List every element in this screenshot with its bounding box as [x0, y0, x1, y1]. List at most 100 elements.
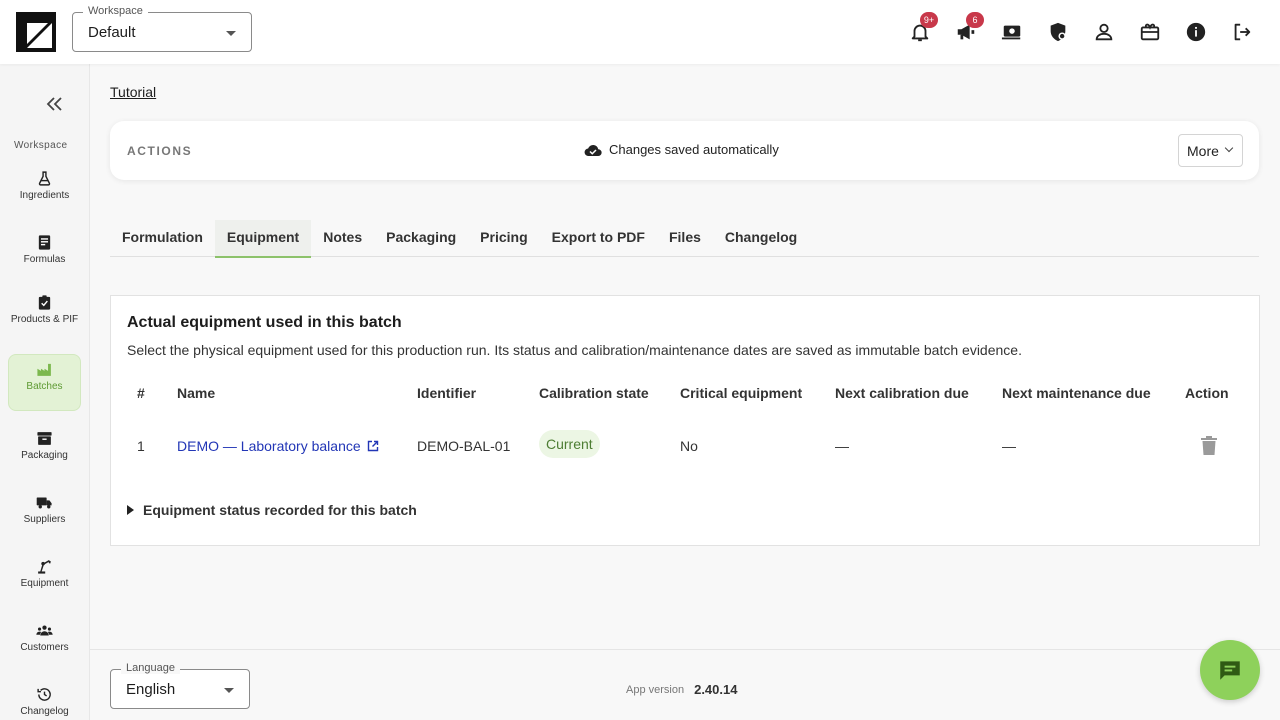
version-label: App version [626, 683, 685, 696]
sidebar-section-label: Workspace [14, 140, 68, 151]
footer: Language English App version 2.40.14 [90, 649, 1280, 720]
sidebar-item-changelog[interactable]: Changelog [8, 680, 81, 720]
language-legend: Language [121, 662, 180, 674]
language-select[interactable]: Language English [110, 662, 250, 709]
double-chevron-left-icon[interactable] [44, 94, 66, 114]
column-header-action: Action [1185, 385, 1229, 401]
profile-button[interactable] [1088, 16, 1120, 48]
factory-icon [37, 363, 51, 376]
panel-title: Actual equipment used in this batch [127, 314, 402, 331]
tab-changelog[interactable]: Changelog [713, 220, 809, 257]
actions-card: ACTIONS Changes saved automatically More [110, 121, 1259, 180]
sidebar-item-formulas[interactable]: Formulas [8, 228, 81, 285]
sidebar-item-label: Ingredients [19, 190, 70, 201]
document-icon [38, 235, 51, 250]
sidebar-item-label: Customers [20, 642, 69, 653]
clipboard-check-icon [38, 295, 51, 310]
robot-arm-icon [38, 560, 51, 574]
people-icon [36, 625, 53, 636]
announcements-badge: 6 [966, 12, 984, 28]
panel-subtitle: Select the physical equipment used for t… [127, 342, 1022, 358]
next-calibration-value: — [835, 438, 849, 454]
column-header-name: Name [177, 385, 216, 401]
column-header-next-calibration: Next calibration due [835, 385, 969, 401]
actions-title: ACTIONS [127, 144, 193, 158]
workspace-value: Default [88, 24, 136, 41]
sidebar: Workspace Ingredients Formulas Products … [0, 64, 90, 720]
tab-equipment[interactable]: Equipment [214, 220, 312, 258]
logout-button[interactable] [1226, 16, 1258, 48]
top-bar: Workspace Default 9+ 6 [0, 0, 1280, 64]
disclosure-triangle-icon [127, 505, 134, 515]
notifications-button[interactable]: 9+ [904, 12, 938, 48]
row-index: 1 [137, 438, 145, 454]
breadcrumb-link[interactable]: Tutorial [110, 84, 156, 100]
workspace-select[interactable]: Workspace Default [72, 5, 252, 52]
archive-box-icon [37, 432, 52, 445]
person-icon [1095, 23, 1113, 41]
sidebar-item-customers[interactable]: Customers [8, 616, 81, 673]
flask-icon [38, 171, 51, 186]
billing-button[interactable] [996, 16, 1028, 48]
sidebar-item-suppliers[interactable]: Suppliers [8, 488, 81, 545]
cloud-check-icon [584, 144, 602, 156]
sidebar-item-ingredients[interactable]: Ingredients [8, 164, 81, 221]
sidebar-item-products[interactable]: Products & PIF [8, 288, 81, 345]
equipment-identifier: DEMO-BAL-01 [417, 438, 511, 454]
equipment-name-link[interactable]: DEMO — Laboratory balance [177, 438, 379, 454]
language-value: English [126, 681, 176, 698]
more-button[interactable]: More [1178, 134, 1243, 167]
version-number: 2.40.14 [694, 682, 738, 697]
column-header-index: # [137, 385, 145, 401]
sidebar-item-label: Products & PIF [10, 314, 79, 325]
notifications-badge: 9+ [920, 12, 938, 28]
app-logo[interactable] [16, 12, 56, 52]
sidebar-item-batches[interactable]: Batches [8, 354, 81, 411]
more-button-label: More [1187, 142, 1219, 159]
autosave-text: Changes saved automatically [609, 142, 779, 157]
sidebar-item-label: Formulas [23, 254, 66, 265]
calibration-status-badge: Current [539, 430, 600, 458]
history-icon [37, 688, 51, 701]
truck-icon [36, 497, 52, 509]
sidebar-item-label: Packaging [21, 450, 68, 461]
tab-notes[interactable]: Notes [311, 220, 374, 257]
gifts-button[interactable] [1134, 16, 1166, 48]
column-header-critical: Critical equipment [680, 385, 803, 401]
sidebar-item-label: Suppliers [23, 514, 66, 525]
tab-formulation[interactable]: Formulation [110, 220, 215, 257]
sidebar-item-label: Changelog [20, 706, 69, 717]
details-label: Equipment status recorded for this batch [143, 502, 417, 518]
next-maintenance-value: — [1002, 438, 1016, 454]
security-button[interactable] [1042, 16, 1074, 48]
caret-down-icon [226, 31, 236, 36]
chat-button[interactable] [1200, 640, 1260, 700]
tab-pricing[interactable]: Pricing [468, 220, 539, 257]
equipment-panel: Actual equipment used in this batch Sele… [110, 295, 1260, 546]
tab-bar: Formulation Equipment Notes Packaging Pr… [110, 220, 1259, 258]
app-version: App version 2.40.14 [626, 682, 737, 697]
shield-gear-icon [1050, 22, 1066, 42]
sidebar-item-label: Batches [26, 381, 63, 392]
gift-card-icon [1140, 23, 1160, 41]
workspace-legend: Workspace [83, 5, 148, 17]
caret-down-icon [224, 688, 234, 693]
sidebar-item-equipment[interactable]: Equipment [8, 552, 81, 609]
tab-packaging[interactable]: Packaging [374, 220, 468, 257]
money-icon [1001, 25, 1021, 40]
column-header-identifier: Identifier [417, 385, 477, 401]
sidebar-item-packaging[interactable]: Packaging [8, 424, 81, 481]
trash-icon[interactable] [1201, 436, 1217, 455]
column-header-calibration-state: Calibration state [539, 385, 649, 401]
logout-icon [1234, 23, 1251, 41]
announcements-button[interactable]: 6 [950, 12, 984, 48]
tab-export-pdf[interactable]: Export to PDF [540, 220, 657, 257]
chevron-down-icon [1224, 143, 1234, 153]
equipment-status-toggle[interactable]: Equipment status recorded for this batch [127, 502, 417, 518]
info-button[interactable] [1180, 16, 1212, 48]
column-header-next-maintenance: Next maintenance due [1002, 385, 1151, 401]
tab-files[interactable]: Files [657, 220, 713, 257]
external-link-icon [367, 440, 378, 452]
chat-bubble-icon [1220, 661, 1240, 680]
autosave-status: Changes saved automatically [584, 142, 779, 157]
